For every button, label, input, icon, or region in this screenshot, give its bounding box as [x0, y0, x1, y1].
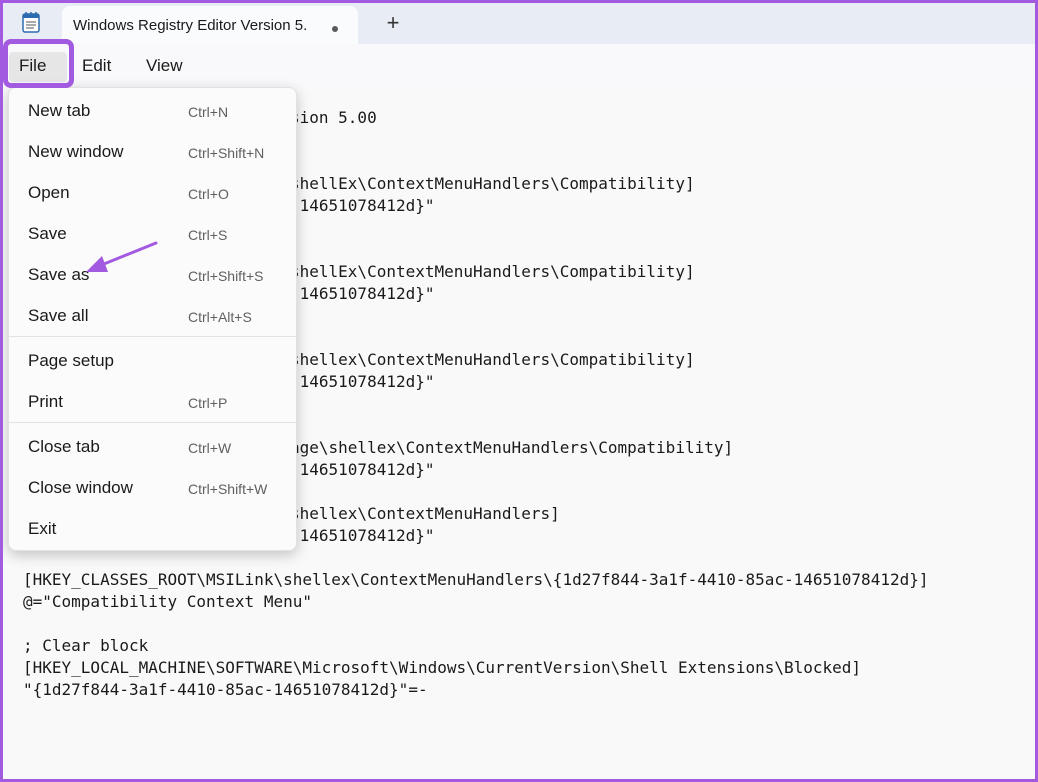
menu-item-exit[interactable]: Exit [9, 511, 296, 547]
menu-item-close-tab[interactable]: Close tab Ctrl+W [9, 429, 296, 465]
menu-item-shortcut: Ctrl+Alt+S [188, 309, 252, 325]
menu-item-shortcut: Ctrl+Shift+W [188, 481, 268, 497]
menu-view[interactable]: View [146, 54, 183, 78]
menu-item-shortcut: Ctrl+O [188, 186, 229, 202]
tab-title: Windows Registry Editor Version 5. [73, 17, 308, 34]
menu-item-label: Open [28, 183, 70, 202]
new-tab-button[interactable]: + [380, 10, 406, 36]
menu-item-label: New window [28, 142, 124, 161]
menu-item-new-window[interactable]: New window Ctrl+Shift+N [9, 134, 296, 170]
menu-item-open[interactable]: Open Ctrl+O [9, 175, 296, 211]
menu-item-label: Save [28, 224, 67, 243]
menu-item-new-tab[interactable]: New tab Ctrl+N [9, 93, 296, 129]
menu-item-label: Page setup [28, 351, 115, 370]
editor-line: [HKEY_LOCAL_MACHINE\SOFTWARE\Microsoft\W… [23, 658, 862, 677]
arrow-annotation-icon [86, 241, 158, 272]
menu-item-shortcut: Ctrl+N [188, 104, 229, 120]
editor-line: @="Compatibility Context Menu" [23, 592, 312, 611]
editor-line: age\shellex\ContextMenuHandlers\Compatib… [290, 438, 734, 457]
menu-item-label: Save all [28, 306, 89, 325]
menu-item-save-all[interactable]: Save all Ctrl+Alt+S [9, 298, 296, 334]
file-menu-highlight-annotation [3, 39, 74, 88]
menu-item-page-setup[interactable]: Page setup [9, 343, 296, 379]
menu-item-shortcut: Ctrl+W [188, 440, 232, 456]
menu-item-shortcut: Ctrl+Shift+N [188, 145, 265, 161]
unsaved-indicator-icon[interactable] [332, 26, 338, 32]
notepad-icon [22, 11, 40, 33]
editor-line: "{1d27f844-3a1f-4410-85ac-14651078412d}"… [23, 680, 428, 699]
editor-line: -14651078412d}" [290, 372, 435, 391]
editor-line: shellex\ContextMenuHandlers] [290, 504, 560, 523]
menu-item-label: Print [28, 392, 63, 411]
menu-item-close-window[interactable]: Close window Ctrl+Shift+W [9, 470, 296, 506]
menu-item-label: Exit [28, 519, 57, 538]
menu-separator [9, 336, 296, 337]
editor-line: -14651078412d}" [290, 460, 435, 479]
menu-item-label: New tab [28, 101, 91, 120]
document-tab[interactable]: Windows Registry Editor Version 5. [62, 6, 358, 44]
file-menu-dropdown: New tab Ctrl+N New window Ctrl+Shift+N Open C… [8, 87, 297, 551]
editor-line: sion 5.00 [290, 108, 377, 127]
editor-line: [HKEY_CLASSES_ROOT\MSILink\shellex\Conte… [23, 570, 929, 589]
title-bar: Windows Registry Editor Version 5. + [0, 0, 1038, 44]
menu-item-shortcut: Ctrl+Shift+S [188, 268, 264, 284]
editor-line: shellex\ContextMenuHandlers\Compatibilit… [290, 350, 695, 369]
menu-edit[interactable]: Edit [82, 54, 111, 78]
editor-line: -14651078412d}" [290, 196, 435, 215]
menu-item-print[interactable]: Print Ctrl+P [9, 384, 296, 420]
editor-line: shellEx\ContextMenuHandlers\Compatibilit… [290, 262, 695, 281]
menu-item-shortcut: Ctrl+P [188, 395, 228, 411]
menu-separator [9, 422, 296, 423]
editor-line: -14651078412d}" [290, 284, 435, 303]
menu-item-shortcut: Ctrl+S [188, 227, 228, 243]
menu-item-label: Close window [28, 478, 133, 497]
editor-line: -14651078412d}" [290, 526, 435, 545]
editor-line: ; Clear block [23, 636, 149, 655]
editor-line: shellEx\ContextMenuHandlers\Compatibilit… [290, 174, 695, 193]
menu-item-label: Close tab [28, 437, 100, 456]
